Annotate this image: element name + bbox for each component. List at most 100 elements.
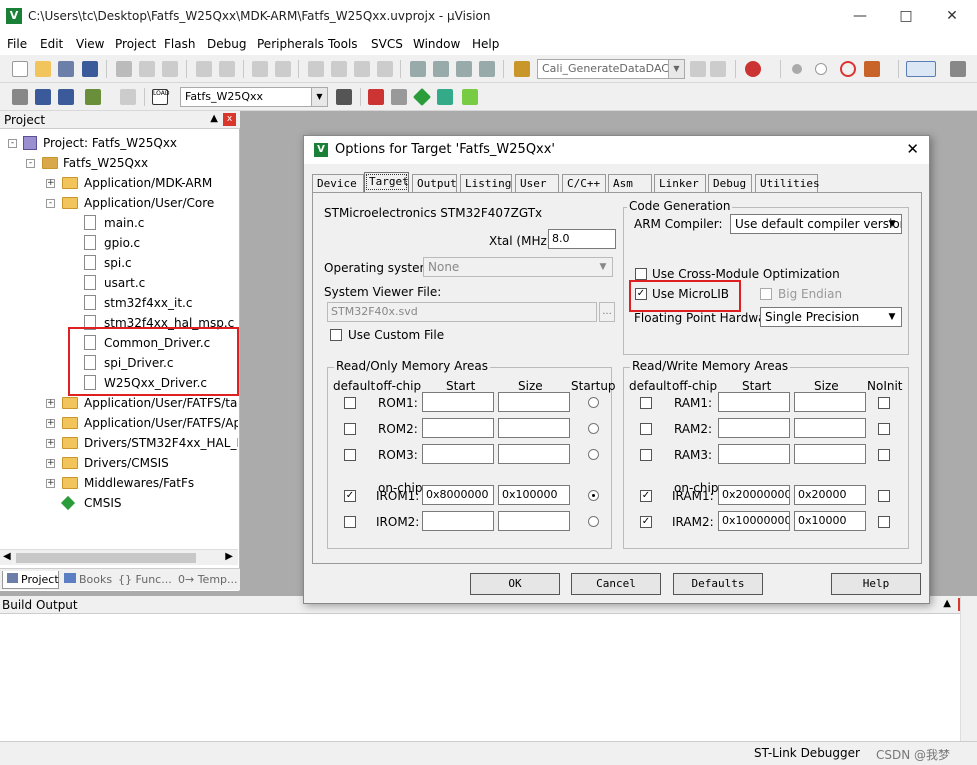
expand-icon[interactable]: + <box>46 179 55 188</box>
collapse-icon[interactable]: - <box>46 199 55 208</box>
chevron-down-icon[interactable]: ▼ <box>311 88 327 106</box>
menu-peripherals[interactable]: Peripherals <box>257 37 324 51</box>
tree-root[interactable]: - Project: Fatfs_W25Qxx <box>0 133 238 153</box>
minimize-button[interactable]: — <box>848 6 872 26</box>
next-bookmark-icon[interactable] <box>354 61 370 77</box>
mem-size-input[interactable] <box>794 418 866 438</box>
horizontal-scrollbar[interactable]: ◀ ▶ <box>0 549 238 565</box>
build-output-scrollbar[interactable] <box>960 596 977 741</box>
ok-button[interactable]: OK <box>470 573 560 595</box>
startup-radio[interactable] <box>588 516 599 527</box>
expand-icon[interactable]: + <box>46 399 55 408</box>
chevron-down-icon[interactable]: ▼ <box>884 216 900 232</box>
find-icon[interactable] <box>710 61 726 77</box>
expand-icon[interactable]: + <box>46 439 55 448</box>
pin-icon[interactable]: ▲ <box>210 113 218 124</box>
cut-icon[interactable] <box>116 61 132 77</box>
uncomment-icon[interactable] <box>479 61 495 77</box>
target-options-wand-icon[interactable] <box>336 89 352 105</box>
mem-size-input[interactable]: 0x20000 <box>794 485 866 505</box>
noinit-checkbox[interactable] <box>878 449 890 461</box>
mem-start-input[interactable] <box>422 444 494 464</box>
tab-target[interactable]: Target <box>364 172 409 192</box>
compiler-select[interactable]: Use default compiler version 5 ▼ <box>730 214 902 234</box>
tab-user[interactable]: User <box>515 174 559 192</box>
mem-start-input[interactable]: 0x20000000 <box>718 485 790 505</box>
tree-folder[interactable]: + Application/MDK-ARM <box>0 173 238 193</box>
tree-file[interactable]: stm32f4xx_it.c <box>0 293 238 313</box>
debug-session-icon[interactable] <box>745 61 761 77</box>
tab-output[interactable]: Output <box>412 174 457 192</box>
pin-icon[interactable]: ▲ <box>943 598 951 609</box>
startup-radio[interactable] <box>588 490 599 501</box>
tree-file[interactable]: main.c <box>0 213 238 233</box>
default-checkbox[interactable] <box>640 423 652 435</box>
tab-asm[interactable]: Asm <box>608 174 652 192</box>
menu-window[interactable]: Window <box>413 37 460 51</box>
file-extensions-icon[interactable] <box>391 89 407 105</box>
wrench-icon[interactable] <box>950 61 966 77</box>
mem-size-input[interactable] <box>498 392 570 412</box>
tab-listing[interactable]: Listing <box>460 174 512 192</box>
expand-icon[interactable]: + <box>46 459 55 468</box>
mem-start-input[interactable] <box>422 418 494 438</box>
select-software-packs-icon[interactable] <box>462 89 478 105</box>
menu-flash[interactable]: Flash <box>164 37 195 51</box>
default-checkbox[interactable]: ✓ <box>640 490 652 502</box>
tab-templates[interactable]: 0→ Temp... <box>178 571 238 589</box>
save-icon[interactable] <box>58 61 74 77</box>
mem-start-input[interactable] <box>422 511 494 531</box>
tree-file[interactable]: gpio.c <box>0 233 238 253</box>
nav-forward-icon[interactable] <box>275 61 291 77</box>
breakpoint-icon[interactable] <box>792 64 802 74</box>
use-custom-file-checkbox[interactable] <box>330 329 342 341</box>
tree-folder[interactable]: + Drivers/STM32F4xx_HAL_Driv <box>0 433 238 453</box>
prev-bookmark-icon[interactable] <box>331 61 347 77</box>
tree-file[interactable]: usart.c <box>0 273 238 293</box>
tree-target[interactable]: - Fatfs_W25Qxx <box>0 153 238 173</box>
scroll-right-icon[interactable]: ▶ <box>225 551 233 562</box>
mem-start-input[interactable] <box>718 392 790 412</box>
undo-icon[interactable] <box>196 61 212 77</box>
load-download-icon[interactable]: LOAD <box>152 89 169 105</box>
collapse-icon[interactable]: - <box>26 159 35 168</box>
defaults-button[interactable]: Defaults <box>673 573 763 595</box>
close-window-button[interactable]: ✕ <box>940 6 964 26</box>
tab-linker[interactable]: Linker <box>654 174 706 192</box>
mem-start-input[interactable]: 0x8000000 <box>422 485 494 505</box>
svd-input[interactable]: STM32F40x.svd <box>327 302 597 322</box>
expand-icon[interactable]: + <box>46 479 55 488</box>
mem-start-input[interactable] <box>718 444 790 464</box>
stop-build-icon[interactable] <box>120 89 136 105</box>
menu-tools[interactable]: Tools <box>328 37 358 51</box>
menu-file[interactable]: File <box>7 37 27 51</box>
open-folder-icon[interactable] <box>35 61 51 77</box>
close-icon[interactable]: ✕ <box>906 140 919 158</box>
run-time-environment-icon[interactable] <box>412 87 432 107</box>
tree-file[interactable]: CMSIS <box>0 493 238 513</box>
build-icon[interactable] <box>35 89 51 105</box>
tab-device[interactable]: Device <box>312 174 364 192</box>
tree-folder[interactable]: - Application/User/Core <box>0 193 238 213</box>
new-file-icon[interactable] <box>12 61 28 77</box>
scroll-thumb[interactable] <box>16 553 196 563</box>
scroll-left-icon[interactable]: ◀ <box>3 551 11 562</box>
startup-radio[interactable] <box>588 423 599 434</box>
tab-books[interactable]: Books <box>62 571 112 589</box>
default-checkbox[interactable]: ✓ <box>344 490 356 502</box>
mem-size-input[interactable]: 0x100000 <box>498 485 570 505</box>
chevron-down-icon[interactable]: ▼ <box>668 60 684 78</box>
pack-installer-icon[interactable] <box>437 89 453 105</box>
default-checkbox[interactable] <box>640 397 652 409</box>
redo-icon[interactable] <box>219 61 235 77</box>
mem-size-input[interactable] <box>498 444 570 464</box>
default-checkbox[interactable] <box>344 397 356 409</box>
tree-folder[interactable]: + Drivers/CMSIS <box>0 453 238 473</box>
mem-size-input[interactable] <box>498 418 570 438</box>
collapse-icon[interactable]: - <box>8 139 17 148</box>
find-combo[interactable]: Cali_GenerateDataDAC ▼ <box>537 59 685 79</box>
expand-icon[interactable]: + <box>46 419 55 428</box>
menu-help[interactable]: Help <box>472 37 499 51</box>
mem-size-input[interactable] <box>498 511 570 531</box>
svd-browse-button[interactable]: ... <box>599 302 615 322</box>
